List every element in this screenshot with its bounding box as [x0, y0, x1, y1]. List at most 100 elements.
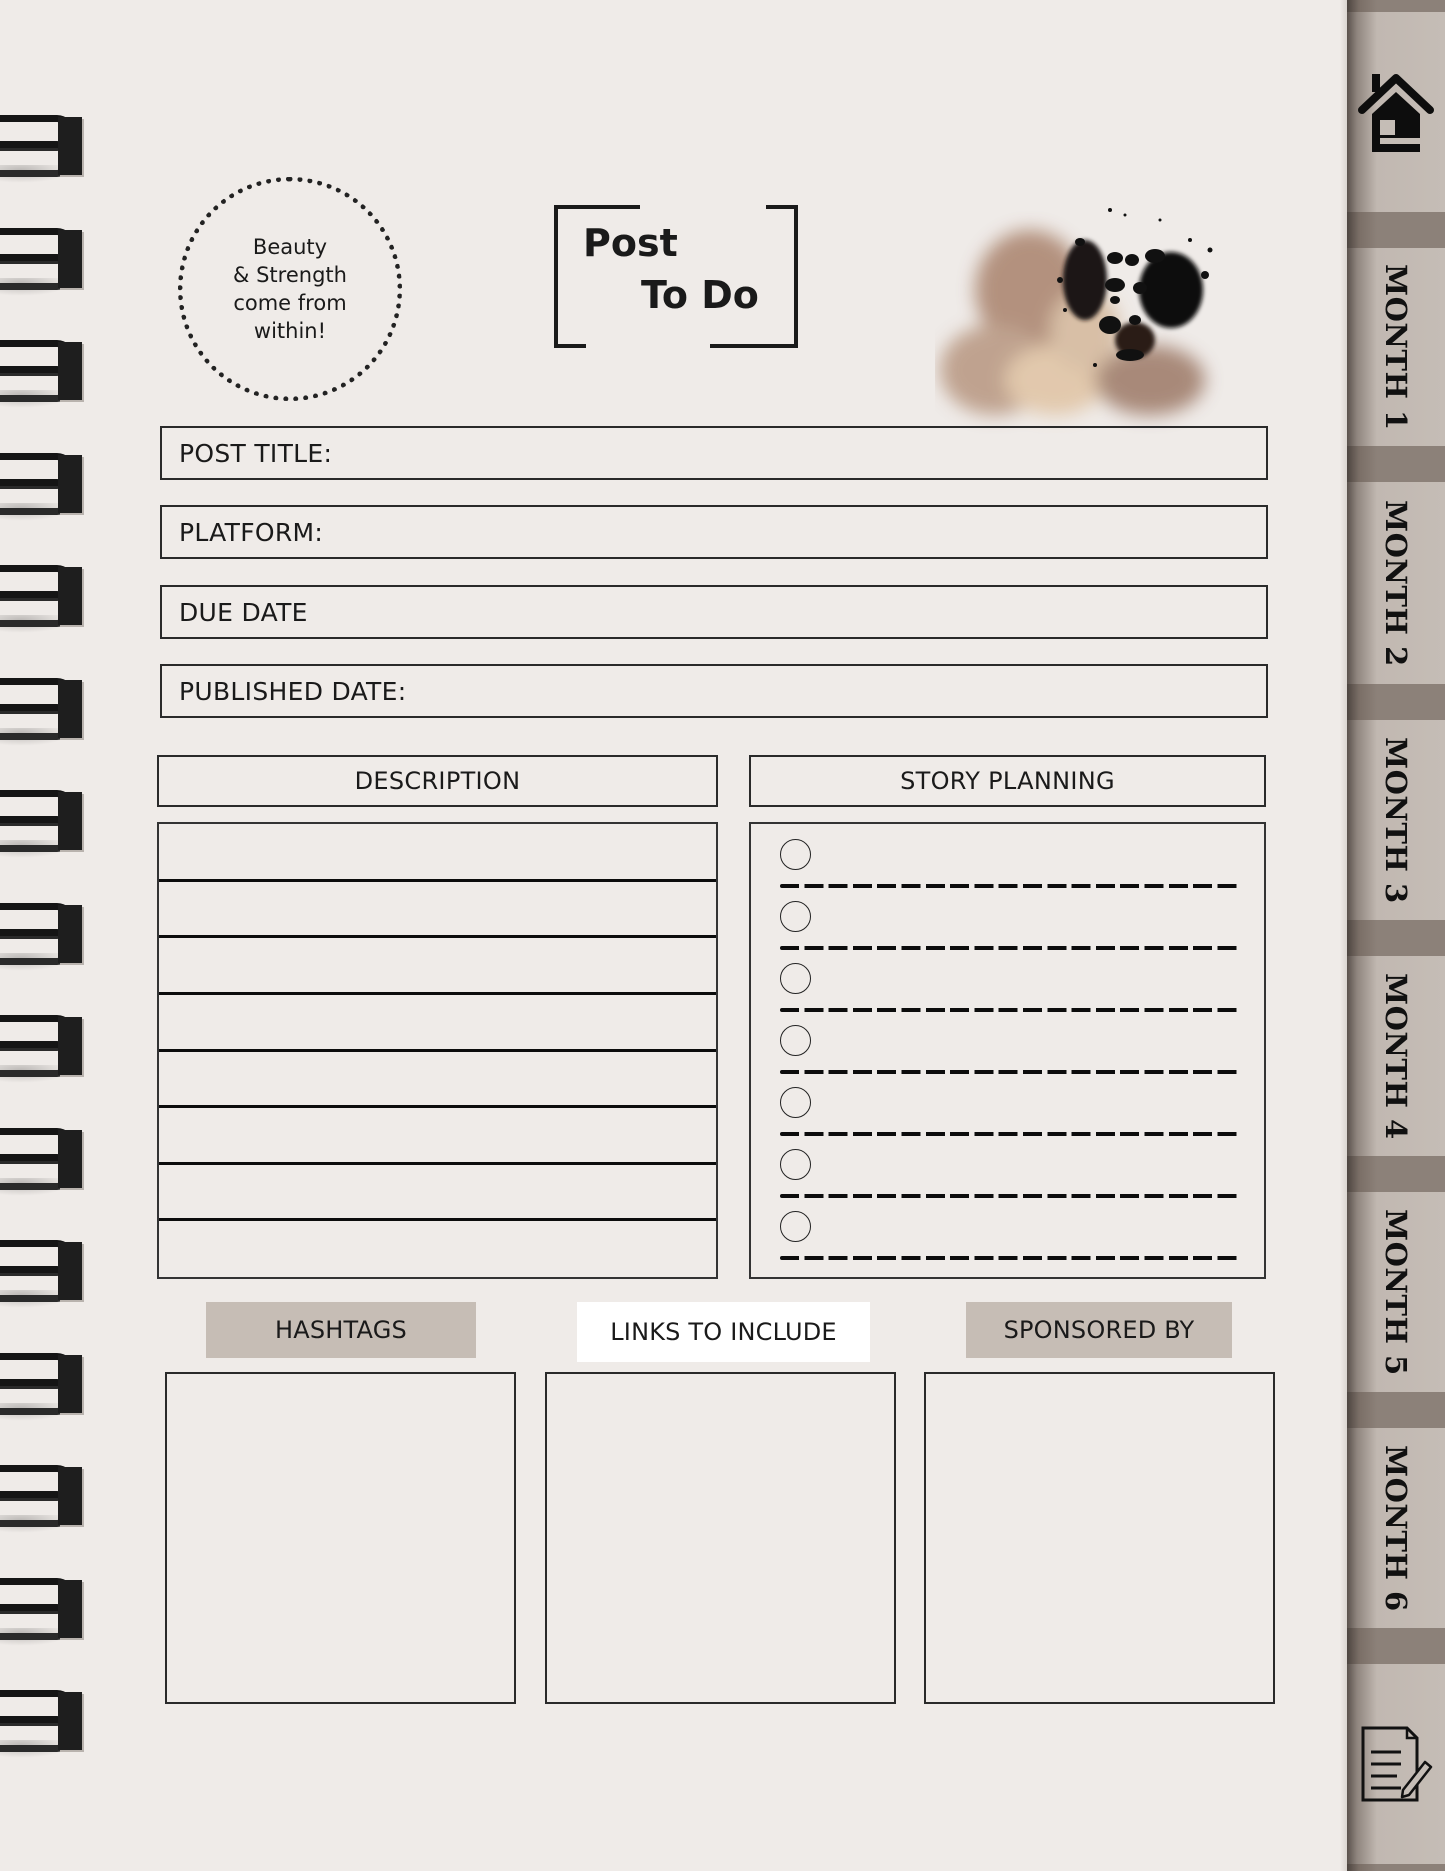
description-line	[159, 878, 716, 882]
dashed-writing-line	[780, 1194, 1240, 1198]
title-line-todo: To Do	[641, 273, 759, 317]
quote-line: & Strength	[233, 263, 347, 287]
tab-month-5-label: MONTH 5	[1379, 1208, 1413, 1376]
tab-month-3[interactable]: MONTH 3	[1347, 720, 1445, 920]
published-date-field[interactable]: PUBLISHED DATE:	[160, 664, 1268, 718]
tab-home[interactable]	[1347, 12, 1445, 212]
due-date-field[interactable]: DUE DATE	[160, 585, 1268, 639]
links-label: LINKS TO INCLUDE	[577, 1302, 870, 1362]
tab-month-1-label: MONTH 1	[1379, 263, 1413, 431]
binding-ring	[0, 902, 84, 971]
checkbox-circle[interactable]	[780, 839, 811, 870]
binding-ring	[0, 1015, 84, 1083]
story-planning-checklist	[749, 822, 1266, 1279]
bracket-right	[794, 205, 798, 348]
description-area[interactable]	[157, 822, 718, 1279]
tab-divider	[1347, 920, 1445, 956]
binding-ring	[0, 227, 84, 296]
dashed-writing-line	[780, 884, 1240, 888]
platform-label: PLATFORM:	[179, 517, 324, 547]
tab-month-5[interactable]: MONTH 5	[1347, 1192, 1445, 1392]
binding-ring	[0, 1577, 84, 1646]
binding-ring	[0, 1127, 84, 1196]
checkbox-circle[interactable]	[780, 1025, 811, 1056]
binding-ring	[0, 340, 84, 408]
binding-ring	[0, 677, 84, 746]
sponsored-box[interactable]	[924, 1372, 1275, 1704]
tab-divider	[1347, 1156, 1445, 1192]
hashtags-box[interactable]	[165, 1372, 516, 1704]
binding-ring	[0, 1465, 84, 1533]
dashed-writing-line	[780, 1132, 1240, 1136]
checkbox-circle[interactable]	[780, 963, 811, 994]
bracket-right-bottom	[710, 344, 798, 348]
watercolor-splash-decoration	[940, 208, 1213, 415]
dashed-writing-line	[780, 1008, 1240, 1012]
hashtags-label: HASHTAGS	[206, 1302, 476, 1358]
tab-strip: MONTH 1 MONTH 2 MONTH 3 MONTH 4 MONTH 5 …	[1347, 0, 1445, 1871]
tab-divider	[1347, 684, 1445, 720]
home-icon	[1358, 74, 1434, 152]
binding-ring	[0, 1352, 84, 1421]
page-title: Post To Do	[554, 205, 798, 348]
links-text: LINKS TO INCLUDE	[610, 1318, 837, 1346]
tab-divider	[1347, 212, 1445, 248]
story-planning-title: STORY PLANNING	[900, 767, 1115, 795]
tab-month-4[interactable]: MONTH 4	[1347, 956, 1445, 1156]
checkbox-circle[interactable]	[780, 1211, 811, 1242]
description-line	[159, 1218, 716, 1222]
bracket-left	[554, 205, 558, 348]
tab-month-3-label: MONTH 3	[1379, 736, 1413, 904]
binding-ring	[0, 1240, 84, 1308]
binding-ring	[0, 452, 84, 521]
hashtags-text: HASHTAGS	[275, 1316, 407, 1344]
tab-month-2[interactable]: MONTH 2	[1347, 482, 1445, 684]
dashed-writing-line	[780, 1070, 1240, 1074]
tab-month-4-label: MONTH 4	[1379, 972, 1413, 1140]
sponsored-label: SPONSORED BY	[966, 1302, 1232, 1358]
story-planning-header: STORY PLANNING	[749, 755, 1266, 807]
description-line	[159, 1161, 716, 1165]
binding-ring	[0, 565, 84, 633]
quote-line: within!	[253, 319, 327, 343]
tab-divider	[1347, 1392, 1445, 1428]
checkbox-circle[interactable]	[780, 901, 811, 932]
platform-field[interactable]: PLATFORM:	[160, 505, 1268, 559]
tab-divider	[1347, 0, 1445, 12]
tab-month-6-label: MONTH 6	[1379, 1444, 1413, 1612]
links-box[interactable]	[545, 1372, 896, 1704]
tab-month-1[interactable]: MONTH 1	[1347, 248, 1445, 446]
due-date-label: DUE DATE	[179, 597, 308, 627]
dashed-writing-line	[780, 1256, 1240, 1260]
published-date-label: PUBLISHED DATE:	[179, 676, 407, 706]
sponsored-text: SPONSORED BY	[1003, 1316, 1195, 1344]
bracket-right-top	[766, 205, 798, 209]
tab-notes[interactable]	[1347, 1664, 1445, 1864]
tab-divider	[1347, 1628, 1445, 1664]
description-line	[159, 1105, 716, 1109]
tab-divider	[1347, 446, 1445, 482]
checkbox-circle[interactable]	[780, 1087, 811, 1118]
description-line	[159, 935, 716, 939]
bracket-left-bottom	[554, 344, 586, 348]
description-title: DESCRIPTION	[354, 767, 521, 795]
post-title-label: POST TITLE:	[179, 438, 333, 468]
post-title-field[interactable]: POST TITLE:	[160, 426, 1268, 480]
bracket-left-top	[554, 205, 640, 209]
description-line	[159, 991, 716, 995]
quote-badge: Beauty & Strength come from within!	[178, 177, 402, 401]
quote-line: come from	[233, 291, 347, 315]
notes-icon	[1361, 1726, 1433, 1802]
title-line-post: Post	[583, 221, 678, 265]
tab-divider	[1347, 1864, 1445, 1871]
binding-ring	[0, 790, 84, 858]
tab-month-2-label: MONTH 2	[1379, 499, 1413, 667]
checkbox-circle[interactable]	[780, 1149, 811, 1180]
quote-line: Beauty	[252, 235, 328, 259]
description-header: DESCRIPTION	[157, 755, 718, 807]
binding-ring	[0, 115, 84, 183]
tab-month-6[interactable]: MONTH 6	[1347, 1428, 1445, 1628]
binding-ring	[0, 1690, 84, 1758]
dashed-writing-line	[780, 946, 1240, 950]
description-line	[159, 1048, 716, 1052]
